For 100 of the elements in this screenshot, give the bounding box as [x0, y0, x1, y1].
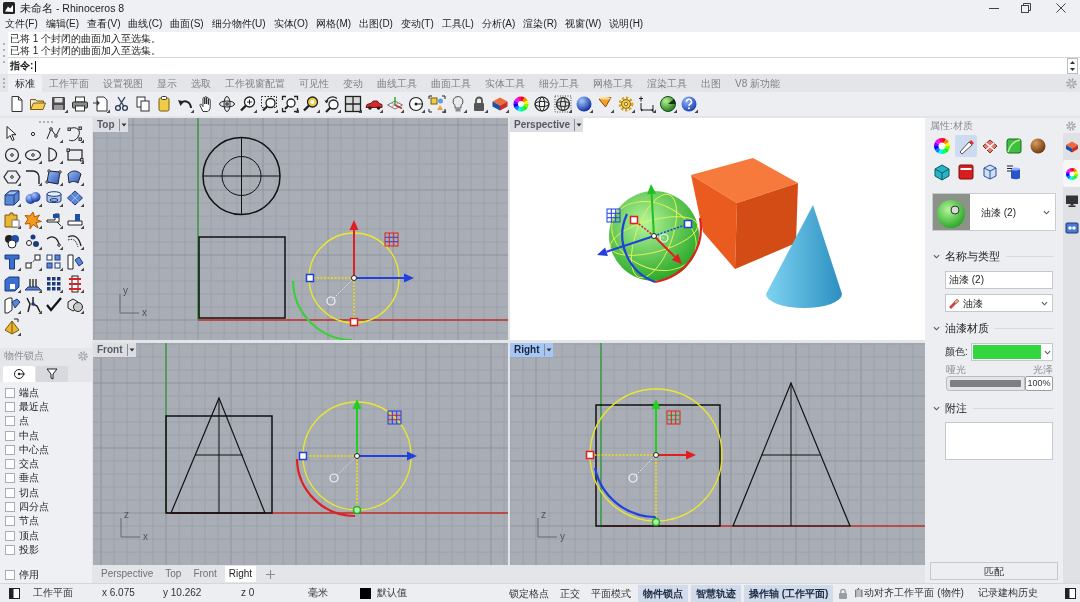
block-cut-icon[interactable]: [45, 210, 63, 229]
pyramid-icon[interactable]: [3, 317, 21, 336]
checkbox[interactable]: [5, 473, 15, 484]
copy-icon[interactable]: [134, 95, 152, 113]
scroll-arrows-icon[interactable]: [1067, 58, 1078, 74]
sphere[interactable]: [609, 191, 699, 281]
array-icon[interactable]: [45, 253, 63, 272]
dimension-icon[interactable]: [638, 95, 656, 113]
record-history-toggle[interactable]: 记录建构历史: [977, 587, 1038, 599]
checkbox[interactable]: [5, 416, 15, 427]
zoom-icon[interactable]: [239, 95, 257, 113]
checkbox[interactable]: [5, 487, 15, 498]
checkbox[interactable]: [5, 444, 15, 455]
color-wheel-icon[interactable]: [512, 95, 530, 113]
scale-icon[interactable]: [24, 253, 42, 272]
box-icon[interactable]: [3, 189, 21, 208]
gumball-drawing[interactable]: [597, 184, 702, 284]
panel-tab[interactable]: [3, 365, 35, 382]
slanted-box-icon[interactable]: [3, 296, 21, 315]
arc-icon[interactable]: [45, 146, 63, 165]
cone-icon[interactable]: [596, 95, 614, 113]
clipboard-icon[interactable]: [155, 95, 173, 113]
spheres-icon[interactable]: [24, 189, 42, 208]
ellipse-icon[interactable]: [24, 146, 42, 165]
fillet-curve-icon[interactable]: [24, 167, 42, 186]
dotted-sphere-icon[interactable]: [554, 95, 572, 113]
gumball-drawing[interactable]: [295, 399, 417, 518]
text-tool-icon[interactable]: [3, 253, 21, 272]
printer-icon[interactable]: [71, 95, 89, 113]
viewport-tab[interactable]: Perspective: [97, 566, 158, 582]
menu-item[interactable]: 实体(O): [273, 17, 309, 31]
layered-block-icon[interactable]: [491, 95, 509, 113]
status-toggle[interactable]: 智慧轨迹: [691, 584, 741, 602]
circle-icon[interactable]: [3, 146, 21, 165]
status-toggle[interactable]: 操作轴 (工作平面): [744, 584, 834, 602]
checkbox[interactable]: [5, 459, 15, 470]
menu-item[interactable]: 曲面(S): [170, 17, 204, 31]
triangle[interactable]: [732, 381, 851, 527]
toolbar-tab[interactable]: 标准: [8, 75, 42, 92]
status-toggle[interactable]: 平面模式: [587, 584, 635, 602]
layer-label[interactable]: 默认值: [377, 587, 407, 599]
page-icon[interactable]: [8, 95, 26, 113]
menu-item[interactable]: 查看(V): [87, 17, 121, 31]
notes-field[interactable]: [945, 422, 1053, 460]
burst-icon[interactable]: [24, 210, 42, 229]
orbit-icon[interactable]: [218, 95, 236, 113]
caret-icon[interactable]: [574, 118, 584, 132]
menu-item[interactable]: 说明(H): [609, 17, 644, 31]
selected-shapes-icon[interactable]: [428, 95, 446, 113]
checkbox[interactable]: [5, 502, 15, 513]
slider-value[interactable]: 100%: [1025, 376, 1053, 391]
menu-item[interactable]: 工具(L): [441, 17, 474, 31]
document-arrow-icon[interactable]: [92, 95, 110, 113]
menu-item[interactable]: 视窗(W): [565, 17, 602, 31]
rectangle-icon[interactable]: [66, 146, 84, 165]
status-toggle[interactable]: 正交: [556, 584, 584, 602]
zoom-extents-icon[interactable]: [281, 95, 299, 113]
cube[interactable]: [691, 158, 798, 269]
scissors-icon[interactable]: [113, 95, 131, 113]
ladder-icon[interactable]: [66, 274, 84, 293]
checkbox[interactable]: [5, 387, 15, 398]
menu-item[interactable]: 出图(D): [359, 17, 393, 31]
plane-icon[interactable]: [66, 189, 84, 208]
close-icon[interactable]: [1056, 3, 1066, 13]
zoom-selected-icon[interactable]: [302, 95, 320, 113]
checkbox[interactable]: [5, 544, 15, 555]
checkbox[interactable]: [5, 430, 15, 441]
color-dropdown[interactable]: [971, 343, 1053, 361]
material-type-button[interactable]: [931, 135, 953, 157]
menu-item[interactable]: 编辑(E): [45, 17, 80, 31]
curved-surface-icon[interactable]: [66, 167, 84, 186]
viewport-title[interactable]: Perspective: [510, 118, 575, 132]
square[interactable]: [165, 415, 273, 514]
gumball-drawing[interactable]: [585, 388, 723, 527]
solids-icon[interactable]: [66, 296, 84, 315]
gear-icon[interactable]: [617, 95, 635, 113]
triangle[interactable]: [170, 396, 266, 514]
sphere-slice-icon[interactable]: [659, 95, 677, 113]
square[interactable]: [198, 236, 286, 319]
viewport-tab[interactable]: Right: [224, 566, 257, 582]
panel-toggle-icon[interactable]: [9, 587, 20, 599]
four-panes-icon[interactable]: [344, 95, 362, 113]
circle-center-icon[interactable]: [407, 95, 425, 113]
cplane-label[interactable]: 工作平面: [33, 587, 73, 599]
chevron-down-icon[interactable]: [933, 253, 940, 259]
units-label[interactable]: 毫米: [308, 587, 328, 599]
bar-tile-icon[interactable]: [66, 253, 84, 272]
menu-item[interactable]: 分析(A): [481, 17, 516, 31]
name-field[interactable]: 油漆 (2): [945, 271, 1053, 289]
checkbox[interactable]: [5, 516, 15, 527]
restore-icon[interactable]: [1021, 3, 1031, 13]
help-icon[interactable]: [680, 95, 698, 113]
status-toggle[interactable]: 物件锁点: [638, 584, 688, 602]
surface-points-icon[interactable]: [45, 167, 63, 186]
menu-item[interactable]: 渲染(R): [523, 17, 558, 31]
minimize-icon[interactable]: [989, 7, 999, 9]
square[interactable]: [595, 404, 721, 527]
grid-plane-icon[interactable]: [386, 95, 404, 113]
type-dropdown[interactable]: 油漆: [945, 294, 1053, 312]
viewport-title[interactable]: Front: [93, 343, 127, 357]
